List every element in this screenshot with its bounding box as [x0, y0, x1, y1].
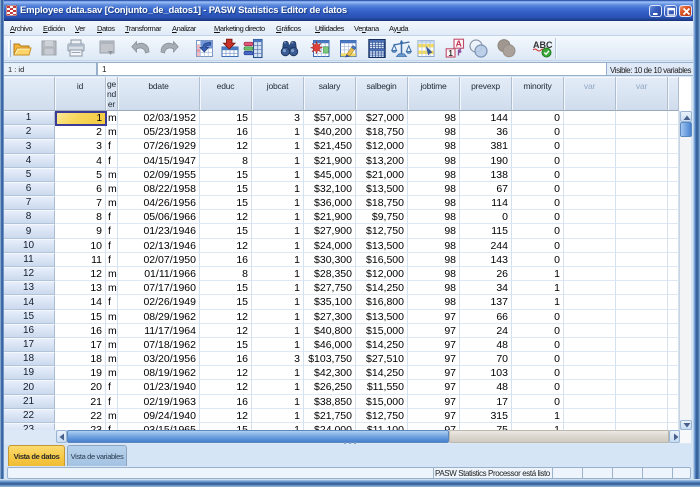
svg-text:A: A — [456, 39, 462, 49]
svg-text:1: 1 — [448, 49, 453, 58]
